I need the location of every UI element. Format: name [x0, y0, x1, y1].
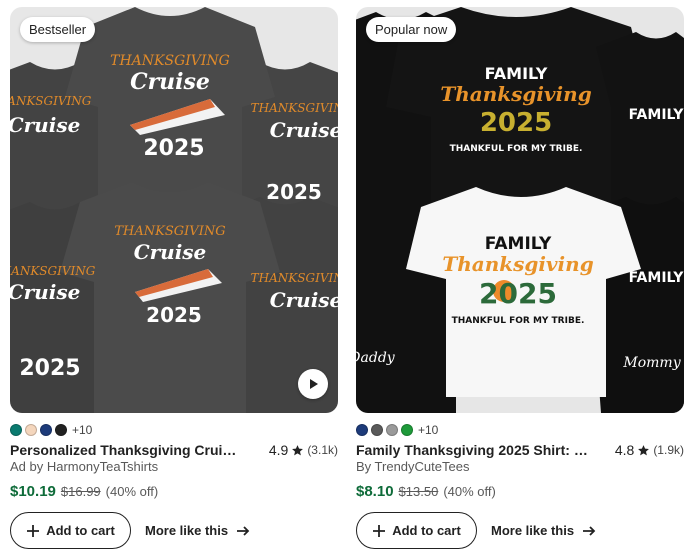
product-card[interactable]: FAMILY Thanksgiving 2025 THANKFUL FOR MY…	[356, 7, 684, 559]
svg-text:Thanksgiving: Thanksgiving	[440, 82, 591, 106]
play-video-button[interactable]	[298, 369, 328, 399]
more-like-this-button[interactable]: More like this	[145, 523, 250, 538]
color-swatch	[40, 424, 52, 436]
color-swatches: +10	[356, 423, 438, 437]
svg-text:THANKSGIVING: THANKSGIVING	[10, 264, 96, 278]
add-to-cart-button[interactable]: Add to cart	[10, 512, 131, 549]
svg-text:THANKSGIVING: THANKSGIVING	[110, 53, 230, 69]
more-colors-count: +10	[72, 423, 93, 437]
color-swatch	[371, 424, 383, 436]
svg-text:FAMILY: FAMILY	[485, 234, 552, 254]
more-like-this-label: More like this	[145, 523, 229, 538]
svg-text:THANKSGIVING: THANKSGIVING	[114, 224, 225, 239]
svg-text:2025: 2025	[146, 303, 202, 327]
svg-text:Cruise: Cruise	[10, 280, 80, 304]
svg-text:THANKSGIVING: THANKSGIVING	[10, 94, 92, 108]
svg-text:THANKSGIVING: THANKSGIVING	[251, 271, 338, 285]
review-count: (3.1k)	[307, 443, 338, 457]
star-icon	[292, 444, 304, 455]
svg-text:THANKFUL FOR MY TRIBE.: THANKFUL FOR MY TRIBE.	[450, 144, 583, 154]
rating-score: 4.8	[614, 442, 635, 458]
svg-text:Mommy: Mommy	[622, 355, 681, 371]
add-to-cart-label: Add to cart	[46, 523, 115, 538]
svg-text:FAMILY: FAMILY	[629, 107, 684, 123]
rating-score: 4.9	[268, 442, 289, 458]
review-count: (1.9k)	[653, 443, 684, 457]
price-row: $10.19 $16.99 (40% off)	[10, 483, 158, 500]
color-swatch	[401, 424, 413, 436]
svg-text:THANKSGIVING: THANKSGIVING	[251, 101, 338, 115]
original-price: $16.99	[60, 484, 101, 499]
arrow-right-icon	[237, 525, 250, 536]
star-icon	[638, 444, 650, 455]
color-swatch	[356, 424, 368, 436]
svg-text:2025: 2025	[266, 180, 322, 204]
add-to-cart-button[interactable]: Add to cart	[356, 512, 477, 549]
more-like-this-label: More like this	[491, 523, 575, 538]
arrow-right-icon	[583, 525, 596, 536]
svg-text:2025: 2025	[19, 356, 80, 381]
original-price: $13.50	[398, 484, 439, 499]
seller-name[interactable]: Ad by HarmonyTeaTshirts	[10, 459, 158, 474]
play-icon	[310, 379, 318, 389]
svg-text:Cruise: Cruise	[270, 288, 338, 312]
svg-text:Thanksgiving: Thanksgiving	[442, 252, 593, 276]
product-image[interactable]: THANKSGIVING Cruise 2025 THANKSGIVING Cr…	[10, 7, 338, 413]
svg-text:FAMILY: FAMILY	[629, 270, 684, 286]
more-like-this-button[interactable]: More like this	[491, 523, 596, 538]
svg-text:2025: 2025	[479, 277, 557, 310]
product-image[interactable]: FAMILY Thanksgiving 2025 THANKFUL FOR MY…	[356, 7, 684, 413]
popular-now-badge: Popular now	[366, 17, 457, 42]
color-swatch	[25, 424, 37, 436]
product-photo-family-shirts: FAMILY Thanksgiving 2025 THANKFUL FOR MY…	[356, 7, 684, 413]
product-title[interactable]: Family Thanksgiving 2025 Shirt: Matching	[356, 442, 588, 458]
plus-icon	[373, 524, 386, 537]
svg-text:2025: 2025	[143, 136, 204, 161]
color-swatch	[386, 424, 398, 436]
svg-text:Cruise: Cruise	[134, 240, 207, 264]
color-swatches: +10	[10, 423, 92, 437]
product-card[interactable]: THANKSGIVING Cruise 2025 THANKSGIVING Cr…	[10, 7, 338, 559]
discount-label: (40% off)	[443, 484, 496, 499]
svg-text:Cruise: Cruise	[10, 113, 80, 137]
svg-text:THANKFUL FOR MY TRIBE.: THANKFUL FOR MY TRIBE.	[452, 316, 585, 326]
color-swatch	[55, 424, 67, 436]
bestseller-badge: Bestseller	[20, 17, 96, 42]
rating: 4.9 (3.1k)	[269, 442, 338, 458]
svg-text:Cruise: Cruise	[130, 69, 210, 95]
product-photo-cruise-shirts: THANKSGIVING Cruise 2025 THANKSGIVING Cr…	[10, 7, 338, 413]
product-title[interactable]: Personalized Thanksgiving Cruise Shirts	[10, 442, 242, 458]
discount-label: (40% off)	[105, 484, 159, 499]
plus-icon	[27, 524, 40, 537]
add-to-cart-label: Add to cart	[392, 523, 461, 538]
sale-price: $10.19	[10, 483, 56, 500]
sale-price: $8.10	[356, 483, 394, 500]
svg-text:2025: 2025	[480, 108, 552, 138]
rating: 4.8 (1.9k)	[615, 442, 684, 458]
price-row: $8.10 $13.50 (40% off)	[356, 483, 496, 500]
svg-text:FAMILY: FAMILY	[485, 64, 548, 83]
svg-text:Daddy: Daddy	[356, 350, 396, 366]
svg-text:Cruise: Cruise	[270, 118, 338, 142]
more-colors-count: +10	[418, 423, 439, 437]
seller-name[interactable]: By TrendyCuteTees	[356, 459, 469, 474]
color-swatch	[10, 424, 22, 436]
